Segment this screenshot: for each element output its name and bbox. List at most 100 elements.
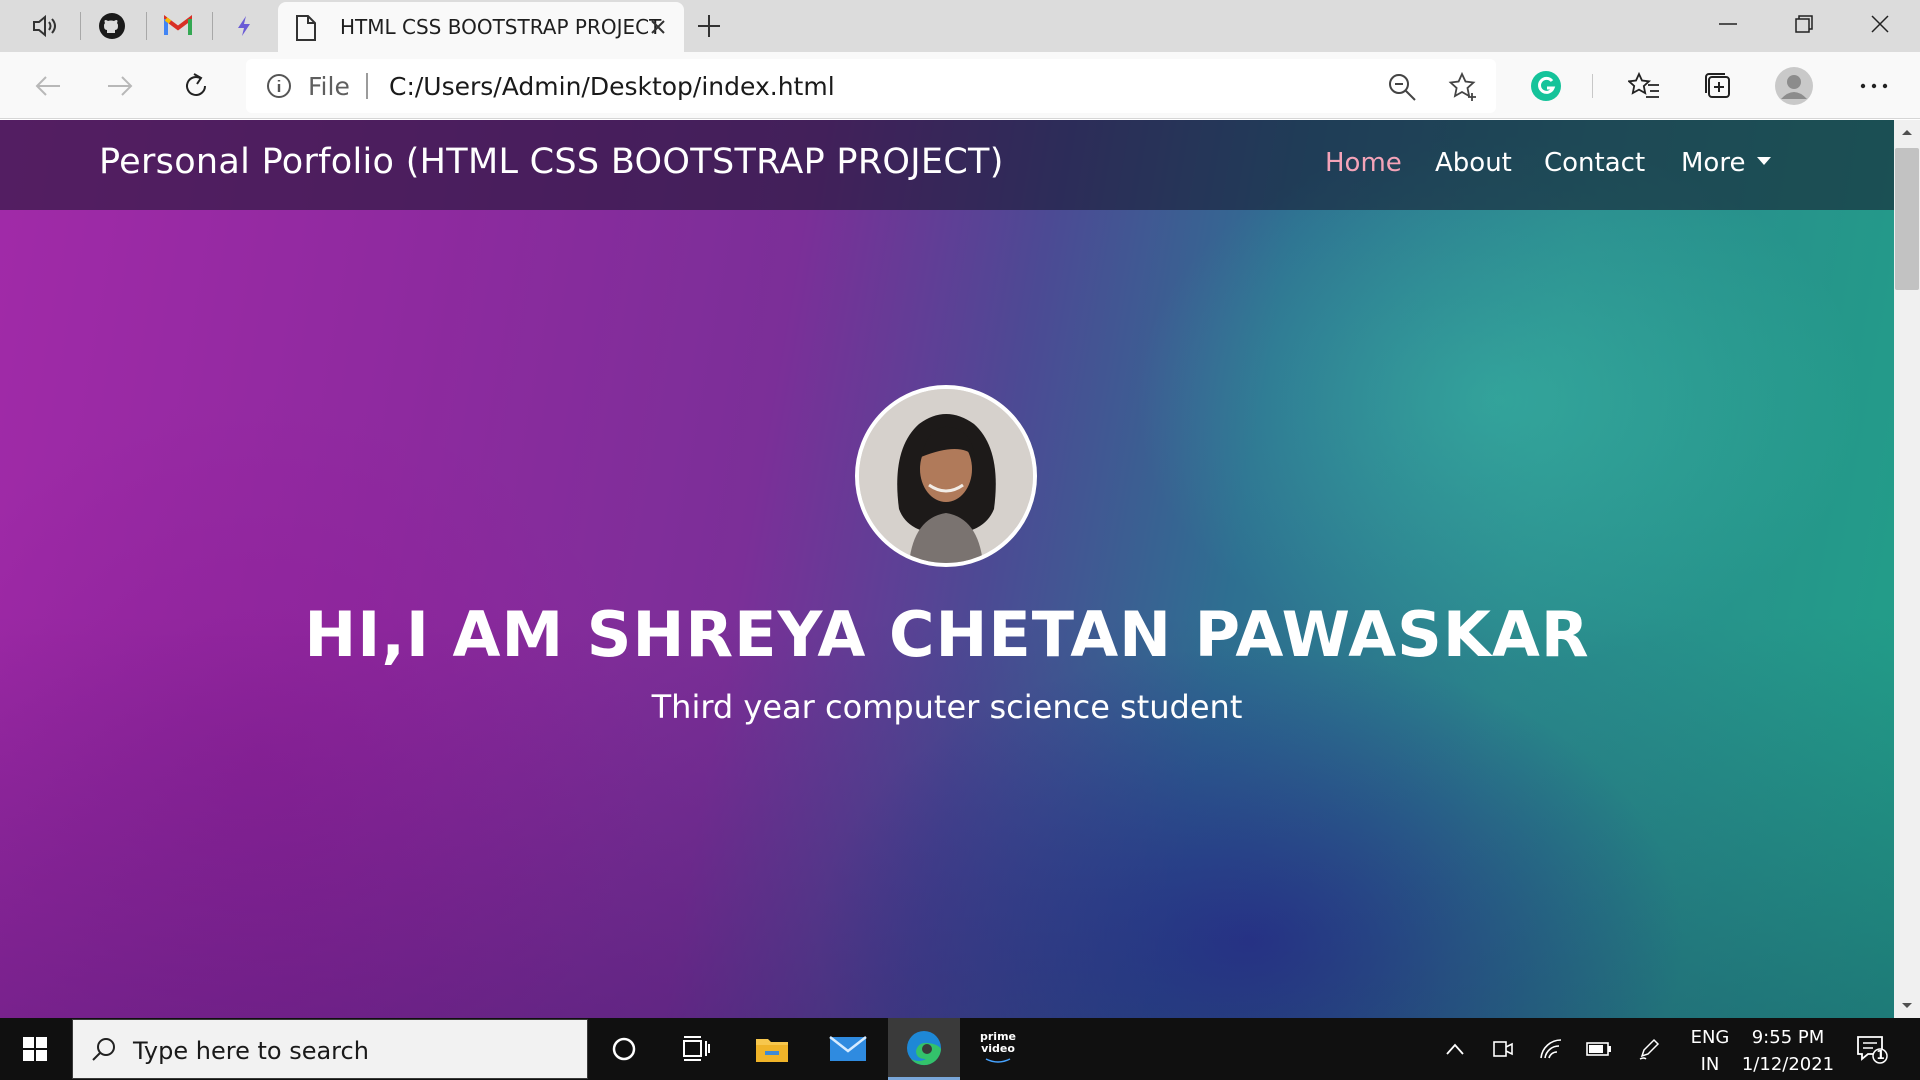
windows-taskbar: Type here to search prime video ENG IN 9…: [0, 1018, 1920, 1080]
window-close-icon: [1871, 15, 1889, 33]
zoom-out-icon: [1389, 74, 1416, 101]
refresh-button[interactable]: [176, 66, 216, 106]
cortana-button[interactable]: [588, 1018, 660, 1080]
minimize-button[interactable]: [1690, 0, 1766, 48]
back-button[interactable]: [28, 66, 68, 106]
pinned-tab-gmail[interactable]: [146, 0, 210, 52]
meet-now-icon: [1493, 1041, 1513, 1057]
pinned-tab-audio[interactable]: [14, 0, 78, 52]
clock-date: 1/12/2021: [1741, 1054, 1835, 1075]
nav-contact[interactable]: Contact: [1544, 148, 1645, 178]
hero-subtitle: Third year computer science student: [651, 688, 1243, 726]
document-icon: [296, 15, 316, 41]
plus-icon: [698, 15, 720, 37]
url-text[interactable]: C:/Users/Admin/Desktop/index.html: [389, 72, 835, 101]
pen-icon: [1639, 1038, 1660, 1060]
navbar-brand[interactable]: Personal Porfolio (HTML CSS BOOTSTRAP PR…: [99, 142, 1004, 182]
pinned-tab-extension[interactable]: [212, 0, 276, 52]
battery-button[interactable]: [1584, 1034, 1614, 1064]
scroll-down-button[interactable]: [1894, 994, 1920, 1018]
task-view-button[interactable]: [660, 1018, 732, 1080]
nav-more-dropdown[interactable]: More: [1681, 148, 1772, 178]
close-icon: [651, 20, 665, 34]
minimize-icon: [1719, 23, 1737, 25]
favorites-icon: [1628, 71, 1659, 98]
task-view-icon: [683, 1036, 710, 1061]
settings-more-button[interactable]: [1854, 66, 1894, 106]
new-tab-button[interactable]: [695, 12, 723, 40]
input-language-button[interactable]: ENG IN: [1688, 1024, 1732, 1078]
zoom-button[interactable]: [1386, 71, 1418, 103]
tab-strip: HTML CSS BOOTSTRAP PROJECT: [0, 0, 1920, 52]
hero-background: [0, 120, 1894, 1018]
url-scheme-label: File: [308, 72, 350, 101]
toolbar-divider: [1592, 74, 1593, 98]
star-icon: [1448, 71, 1476, 101]
nav-about[interactable]: About: [1435, 148, 1512, 178]
speaker-icon: [33, 14, 56, 38]
pen-workspace-button[interactable]: [1634, 1034, 1664, 1064]
language-code: ENG: [1690, 1027, 1730, 1048]
forward-icon: [108, 76, 133, 96]
edge-icon: [907, 1030, 941, 1065]
start-button[interactable]: [0, 1018, 70, 1080]
collections-icon: [1705, 73, 1730, 98]
scroll-up-icon: [1902, 130, 1912, 135]
scroll-up-button[interactable]: [1894, 120, 1920, 144]
grammarly-icon: [1531, 71, 1561, 101]
windows-icon: [23, 1037, 47, 1061]
profile-button[interactable]: [1774, 66, 1814, 106]
cortana-icon: [612, 1037, 636, 1061]
profile-icon: [1775, 67, 1813, 105]
nav-home[interactable]: Home: [1325, 148, 1402, 178]
active-tab[interactable]: HTML CSS BOOTSTRAP PROJECT: [278, 2, 684, 52]
system-clock[interactable]: 9:55 PM 1/12/2021: [1740, 1024, 1836, 1078]
github-icon: [99, 13, 125, 39]
search-icon: [92, 1038, 115, 1061]
prime-video-icon: prime video: [980, 1031, 1016, 1067]
video-label: video: [981, 1042, 1015, 1055]
window-close-button[interactable]: [1842, 0, 1918, 48]
clock-time: 9:55 PM: [1751, 1027, 1825, 1048]
edge-taskbar-button[interactable]: [888, 1018, 960, 1080]
show-hidden-icons-button[interactable]: [1440, 1034, 1470, 1064]
mail-button[interactable]: [812, 1018, 884, 1080]
restore-button[interactable]: [1766, 0, 1842, 48]
taskbar-search-box[interactable]: Type here to search: [72, 1019, 588, 1079]
page-scrollbar[interactable]: [1894, 120, 1920, 1018]
file-explorer-icon: [756, 1039, 788, 1062]
scroll-down-icon: [1902, 1003, 1912, 1008]
more-icon: [1860, 83, 1888, 89]
refresh-icon: [186, 73, 206, 96]
tab-title: HTML CSS BOOTSTRAP PROJECT: [340, 15, 662, 39]
wifi-icon: [1540, 1039, 1562, 1059]
region-code: IN: [1700, 1054, 1720, 1075]
battery-icon: [1586, 1042, 1611, 1056]
gmail-icon: [164, 15, 192, 35]
action-center-button[interactable]: 1: [1856, 1034, 1888, 1064]
caret-down-icon: [1757, 156, 1772, 165]
forward-button[interactable]: [100, 66, 140, 106]
add-favorite-button[interactable]: [1448, 71, 1480, 103]
file-explorer-button[interactable]: [736, 1018, 808, 1080]
meet-now-button[interactable]: [1488, 1034, 1518, 1064]
omnibox-divider: [366, 73, 368, 99]
grammarly-extension-button[interactable]: [1526, 66, 1566, 106]
nav-more-label: More: [1681, 148, 1746, 178]
scroll-thumb[interactable]: [1895, 148, 1919, 290]
extension-icon: [238, 16, 250, 36]
mail-icon: [829, 1036, 867, 1061]
notification-count-badge: 1: [1876, 1048, 1885, 1062]
network-button[interactable]: [1536, 1034, 1566, 1064]
favorites-button[interactable]: [1624, 66, 1664, 106]
browser-toolbar: File C:/Users/Admin/Desktop/index.html: [0, 52, 1920, 119]
pinned-tab-github[interactable]: [80, 0, 144, 52]
tab-close-button[interactable]: [646, 15, 670, 39]
collections-button[interactable]: [1698, 66, 1738, 106]
info-icon: [267, 74, 291, 98]
prime-video-button[interactable]: prime video: [962, 1018, 1034, 1080]
address-bar[interactable]: File C:/Users/Admin/Desktop/index.html: [246, 59, 1496, 113]
back-icon: [35, 76, 60, 96]
hero-title: HI,I AM SHREYA CHETAN PAWASKAR: [304, 598, 1590, 671]
page-viewport: Personal Porfolio (HTML CSS BOOTSTRAP PR…: [0, 120, 1894, 1018]
